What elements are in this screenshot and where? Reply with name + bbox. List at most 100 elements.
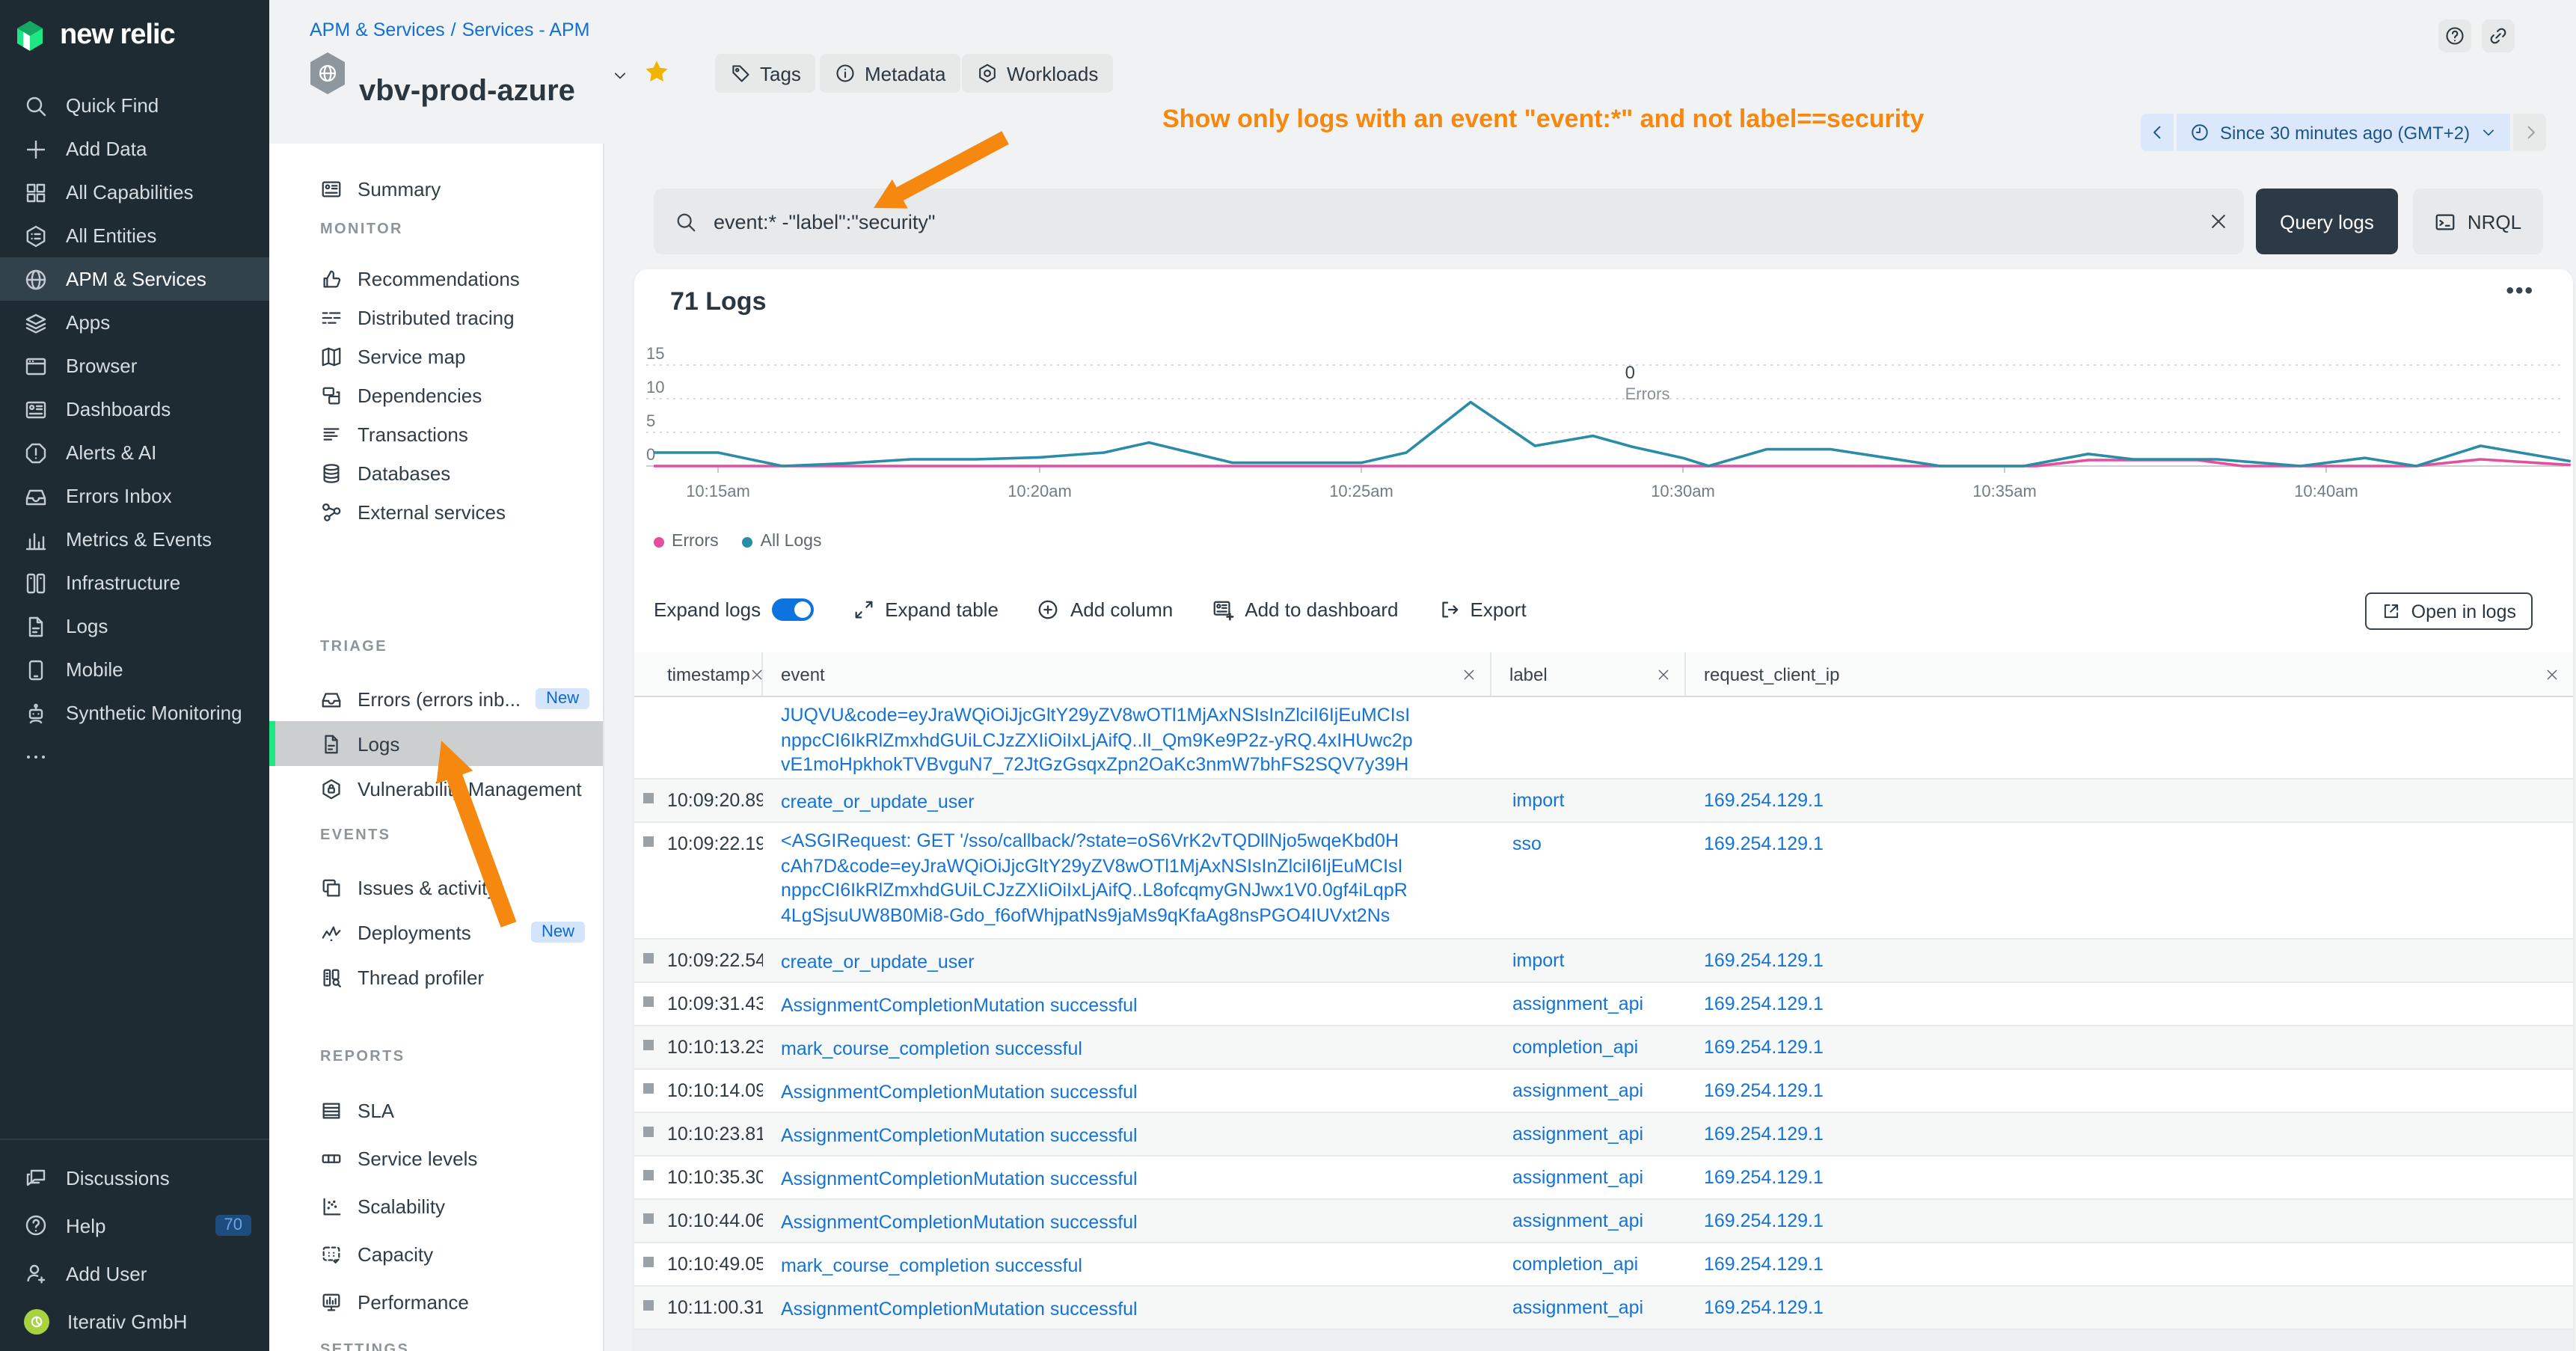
- sidebar-item-dashboards[interactable]: Dashboards: [0, 387, 269, 431]
- ip-link[interactable]: 169.254.129.1: [1704, 1210, 1824, 1231]
- nrql-button[interactable]: NRQL: [2413, 189, 2543, 254]
- ip-link[interactable]: 169.254.129.1: [1704, 1080, 1824, 1101]
- remove-column-icon[interactable]: [2545, 667, 2560, 681]
- subnav-item-service-levels[interactable]: Service levels: [269, 1134, 603, 1182]
- subnav-item-logs[interactable]: Logs: [269, 721, 603, 766]
- subnav-item-databases[interactable]: Databases: [269, 453, 603, 492]
- tags-button[interactable]: Tags: [715, 54, 816, 93]
- open-in-logs-button[interactable]: Open in logs: [2365, 592, 2533, 630]
- column-header-label[interactable]: label: [1491, 652, 1686, 696]
- ip-link[interactable]: 169.254.129.1: [1704, 950, 1824, 971]
- event-link[interactable]: cAh7D&code=eyJraWQiOiJjcGltY29yZV8wOTl1M…: [781, 854, 1491, 878]
- help-button[interactable]: [2438, 19, 2471, 52]
- query-logs-button[interactable]: Query logs: [2256, 189, 2398, 254]
- favorite-star-icon[interactable]: [643, 58, 670, 85]
- new-relic-logo[interactable]: new relic: [0, 0, 269, 54]
- label-link[interactable]: assignment_api: [1512, 1297, 1643, 1318]
- sidebar-item-apps[interactable]: Apps: [0, 301, 269, 344]
- label-link[interactable]: assignment_api: [1512, 1167, 1643, 1188]
- label-link[interactable]: assignment_api: [1512, 1124, 1643, 1145]
- sidebar-item-mobile[interactable]: Mobile: [0, 648, 269, 691]
- event-link[interactable]: nppcCI6IkRlZmxhdGUiLCJzZXIiOiIxLjAifQ..L…: [781, 878, 1491, 903]
- sidebar-item-synthetic-monitoring[interactable]: Synthetic Monitoring: [0, 691, 269, 735]
- table-row[interactable]: 10:09:31.439 AssignmentCompletionMutatio…: [634, 983, 2573, 1026]
- table-row[interactable]: 10:11:00.311 AssignmentCompletionMutatio…: [634, 1287, 2573, 1330]
- event-link[interactable]: create_or_update_user: [781, 950, 1491, 975]
- subnav-item-capacity[interactable]: Capacity: [269, 1230, 603, 1278]
- metadata-button[interactable]: Metadata: [820, 54, 960, 93]
- sidebar-item-all-entities[interactable]: All Entities: [0, 214, 269, 257]
- event-link[interactable]: AssignmentCompletionMutation successful: [781, 993, 1491, 1018]
- label-link[interactable]: sso: [1512, 833, 1542, 854]
- event-link[interactable]: nppcCI6IkRlZmxhdGUiLCJzZXIiOiIxLjAifQ..l…: [781, 728, 1491, 753]
- table-row[interactable]: 10:10:23.815 AssignmentCompletionMutatio…: [634, 1113, 2573, 1157]
- table-row[interactable]: 10:10:35.305 AssignmentCompletionMutatio…: [634, 1157, 2573, 1200]
- label-link[interactable]: assignment_api: [1512, 993, 1643, 1014]
- event-link[interactable]: <ASGIRequest: GET '/sso/callback/?state=…: [781, 829, 1491, 854]
- ip-link[interactable]: 169.254.129.1: [1704, 1167, 1824, 1188]
- subnav-item-service-map[interactable]: Service map: [269, 337, 603, 376]
- clear-query-button[interactable]: [2193, 196, 2244, 247]
- event-link[interactable]: AssignmentCompletionMutation successful: [781, 1297, 1491, 1322]
- label-link[interactable]: completion_api: [1512, 1037, 1638, 1058]
- subnav-item-deployments[interactable]: Deployments New: [269, 910, 603, 955]
- panel-menu-icon[interactable]: •••: [2506, 278, 2534, 304]
- sidebar-footer-discussions[interactable]: Discussions: [0, 1154, 269, 1201]
- sidebar-item-metrics-events[interactable]: Metrics & Events: [0, 518, 269, 561]
- subnav-item-recommendations[interactable]: Recommendations: [269, 259, 603, 298]
- sidebar-item-alerts-ai[interactable]: Alerts & AI: [0, 431, 269, 474]
- log-query-input[interactable]: [711, 209, 2193, 234]
- sidebar-item-browser[interactable]: Browser: [0, 344, 269, 387]
- subnav-item-performance[interactable]: Performance: [269, 1278, 603, 1326]
- sidebar-item-logs[interactable]: Logs: [0, 604, 269, 648]
- horizontal-scrollbar[interactable]: [634, 1330, 2573, 1351]
- subnav-item-transactions[interactable]: Transactions: [269, 414, 603, 453]
- subnav-item-dependencies[interactable]: Dependencies: [269, 376, 603, 414]
- label-link[interactable]: assignment_api: [1512, 1210, 1643, 1231]
- remove-column-icon[interactable]: [1462, 667, 1476, 681]
- permalink-button[interactable]: [2482, 19, 2515, 52]
- subnav-item-thread-profiler[interactable]: Thread profiler: [269, 955, 603, 999]
- table-row[interactable]: 10:09:22.540 create_or_update_user impor…: [634, 940, 2573, 983]
- label-link[interactable]: import: [1512, 790, 1564, 811]
- ip-link[interactable]: 169.254.129.1: [1704, 1124, 1824, 1145]
- time-forward-button[interactable]: [2513, 114, 2546, 151]
- sidebar-item-all-capabilities[interactable]: All Capabilities: [0, 171, 269, 214]
- event-link[interactable]: AssignmentCompletionMutation successful: [781, 1124, 1491, 1148]
- subnav-item-external-services[interactable]: External services: [269, 492, 603, 531]
- label-link[interactable]: import: [1512, 950, 1564, 971]
- table-row[interactable]: 10:10:44.066 AssignmentCompletionMutatio…: [634, 1200, 2573, 1243]
- subnav-item-distributed-tracing[interactable]: Distributed tracing: [269, 298, 603, 337]
- export-button[interactable]: Export: [1438, 598, 1527, 620]
- expand-logs-toggle[interactable]: [771, 598, 813, 620]
- sidebar-footer-iterativ-gmbh[interactable]: Iterativ GmbH: [0, 1297, 269, 1345]
- event-link[interactable]: JUQVU&code=eyJraWQiOiJjcGltY29yZV8wOTl1M…: [781, 703, 1491, 728]
- workloads-button[interactable]: Workloads: [962, 54, 1113, 93]
- subnav-item-vulnerability-management[interactable]: Vulnerability Management: [269, 766, 603, 811]
- table-row[interactable]: 10:10:13.235 mark_course_completion succ…: [634, 1026, 2573, 1070]
- subnav-item-sla[interactable]: SLA: [269, 1086, 603, 1134]
- expand-table-button[interactable]: Expand table: [852, 598, 999, 620]
- subnav-item-scalability[interactable]: Scalability: [269, 1182, 603, 1230]
- legend-errors[interactable]: Errors: [654, 533, 719, 551]
- sidebar-footer-help[interactable]: Help 70: [0, 1201, 269, 1249]
- ip-link[interactable]: 169.254.129.1: [1704, 993, 1824, 1014]
- breadcrumb-services-apm[interactable]: Services - APM: [462, 19, 590, 40]
- label-link[interactable]: assignment_api: [1512, 1080, 1643, 1101]
- ip-link[interactable]: 169.254.129.1: [1704, 1297, 1824, 1318]
- sidebar-item-infrastructure[interactable]: Infrastructure: [0, 561, 269, 604]
- ip-link[interactable]: 169.254.129.1: [1704, 833, 1824, 854]
- table-row[interactable]: JUQVU&code=eyJraWQiOiJjcGltY29yZV8wOTl1M…: [634, 697, 2573, 779]
- add-column-button[interactable]: Add column: [1037, 598, 1173, 620]
- sidebar-item-more[interactable]: [0, 735, 269, 778]
- sidebar-item-errors-inbox[interactable]: Errors Inbox: [0, 474, 269, 518]
- remove-column-icon[interactable]: [1656, 667, 1671, 681]
- event-link[interactable]: AssignmentCompletionMutation successful: [781, 1167, 1491, 1192]
- label-link[interactable]: completion_api: [1512, 1254, 1638, 1275]
- event-link[interactable]: create_or_update_user: [781, 790, 1491, 815]
- subnav-item-summary[interactable]: Summary: [269, 169, 603, 208]
- column-header-request-client-ip[interactable]: request_client_ip: [1686, 652, 2573, 696]
- time-back-button[interactable]: [2141, 114, 2174, 151]
- event-link[interactable]: 4LgSjsuUW8B0Mi8-Gdo_f6ofWhjpatNs9jaMs9qK…: [781, 903, 1491, 928]
- entity-chevron-down-icon[interactable]: [612, 67, 628, 84]
